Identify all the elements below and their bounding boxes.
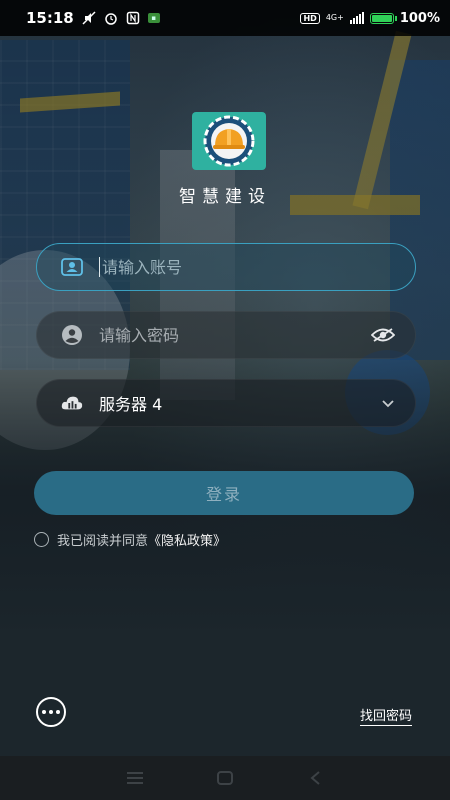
agreement-checkbox[interactable] [34,532,49,547]
nfc-icon [126,11,139,25]
app-title: 智慧建设 [179,187,271,207]
alarm-icon [105,13,117,25]
server-select-value: 服务器 4 [99,395,163,414]
cloud-server-icon [61,392,83,414]
more-dot-icon [56,710,60,714]
more-dot-icon [49,710,53,714]
eye-hidden-icon[interactable] [371,327,395,343]
battery-level [371,14,392,22]
status-time: 15:18 [26,9,74,27]
status-system-icons: HD 4G+ 100% [300,11,440,26]
app-logo [192,112,266,170]
construction-helmet-gear-icon [203,115,255,167]
forgot-password-link[interactable]: 找回密码 [359,705,412,726]
battery-icon [369,12,397,24]
battery-percent: 100% [399,10,440,26]
login-button[interactable]: 登录 [34,471,414,515]
network-type: 4G+ [325,13,344,22]
app-notification-icon: ▪ [147,13,160,23]
home-icon[interactable] [213,766,237,790]
user-icon [61,256,83,278]
privacy-policy-link[interactable]: 《隐私政策》 [148,530,226,549]
signal-icon [349,12,364,24]
status-bar: 15:18 ▪ HD 4G+ 100% [0,0,450,36]
account-field[interactable] [36,243,416,291]
system-navigation-bar [0,756,450,800]
server-select[interactable]: 服务器 4 [36,379,416,427]
more-options-button[interactable] [36,697,66,727]
hd-badge: HD [300,12,320,24]
back-icon[interactable] [303,766,327,790]
menu-icon[interactable] [123,766,147,790]
more-dot-icon [42,710,46,714]
agreement-text: 我已阅读并同意 [57,534,149,549]
account-input[interactable] [102,257,395,277]
text-cursor [99,257,100,277]
privacy-agreement: 我已阅读并同意 《隐私政策》 [34,530,226,549]
password-field[interactable] [36,311,416,359]
chevron-down-icon[interactable] [381,398,395,408]
password-input[interactable] [99,325,371,345]
login-screen: 15:18 ▪ HD 4G+ 100% 智慧建设 请输入账号 服务器 4 登录 … [0,0,450,800]
mute-icon [82,11,96,25]
status-notification-icons: ▪ [82,11,160,25]
user-circle-icon [61,324,83,346]
